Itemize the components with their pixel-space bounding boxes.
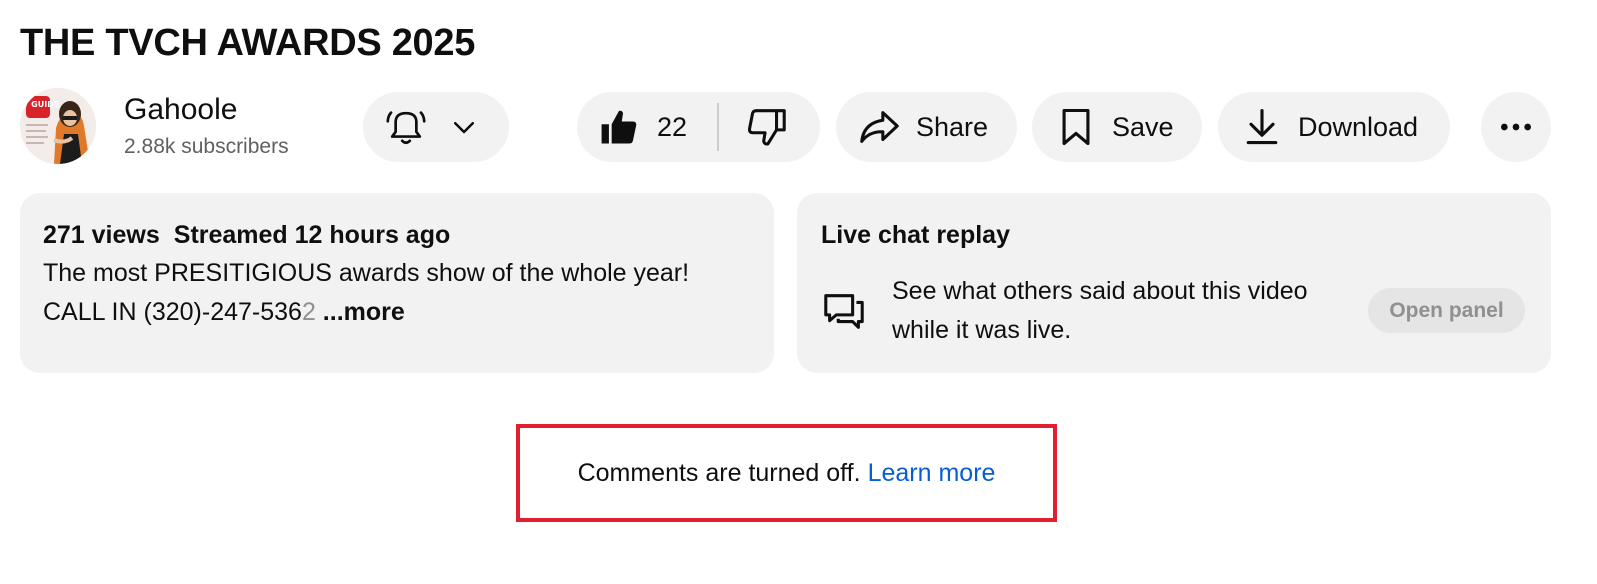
view-count: 271 views <box>43 221 160 249</box>
live-chat-title: Live chat replay <box>821 221 1010 249</box>
channel-name[interactable]: Gahoole <box>124 92 237 128</box>
channel-avatar[interactable]: TV GUIDE <box>20 88 96 164</box>
thumbs-up-icon <box>601 110 637 144</box>
description-card[interactable]: 271 views Streamed 12 hours ago The most … <box>20 193 774 373</box>
description-line: The most PRESITIGIOUS awards show of the… <box>43 259 690 287</box>
thumbs-down-icon <box>747 109 786 146</box>
live-chat-description: See what others said about this video wh… <box>892 277 1308 344</box>
video-title: THE TVCH AWARDS 2025 <box>20 22 476 64</box>
share-label: Share <box>916 111 989 142</box>
download-button[interactable]: Download <box>1218 92 1450 162</box>
description-line: CALL IN (320)-247-5362 ...more <box>43 293 751 332</box>
notification-button[interactable] <box>363 92 509 162</box>
open-panel-button[interactable]: Open panel <box>1368 288 1525 333</box>
stream-date: Streamed 12 hours ago <box>173 221 451 249</box>
comments-disabled-notice: Comments are turned off. Learn more <box>516 424 1057 522</box>
live-chat-replay-card: Live chat replay See what others said ab… <box>797 193 1551 373</box>
tv-guide-cover-avatar-icon: TV GUIDE <box>20 88 96 164</box>
description-meta: 271 views Streamed 12 hours ago <box>43 219 751 251</box>
like-button[interactable]: 22 <box>577 92 717 162</box>
description-fade-text: 2 <box>301 298 316 326</box>
bell-icon <box>386 111 426 145</box>
like-count: 22 <box>657 111 688 142</box>
subscriber-count: 2.88k subscribers <box>124 135 289 158</box>
share-button[interactable]: Share <box>836 92 1017 162</box>
download-label: Download <box>1298 111 1419 142</box>
bookmark-icon <box>1062 108 1090 146</box>
description-line-text: CALL IN (320)-247-536 <box>43 298 302 326</box>
learn-more-link[interactable]: Learn more <box>868 459 996 488</box>
chevron-down-icon <box>454 122 474 134</box>
show-more-link[interactable]: ...more <box>323 298 405 326</box>
save-label: Save <box>1112 111 1174 142</box>
description-text: The most PRESITIGIOUS awards show of the… <box>43 254 751 332</box>
download-icon <box>1246 108 1278 145</box>
chat-bubbles-icon <box>824 294 864 329</box>
dislike-button[interactable] <box>719 92 820 162</box>
more-horizontal-icon <box>1501 123 1531 131</box>
save-button[interactable]: Save <box>1032 92 1202 162</box>
channel-row: TV GUIDE Gahoole 2.88k subscribers 22 Sh… <box>20 88 1580 166</box>
share-arrow-icon <box>860 111 899 143</box>
comments-status-text: Comments are turned off. <box>577 458 861 487</box>
more-actions-button[interactable] <box>1481 92 1551 162</box>
like-dislike-group: 22 <box>577 92 820 162</box>
avatar-text: TV GUIDE <box>20 100 59 109</box>
